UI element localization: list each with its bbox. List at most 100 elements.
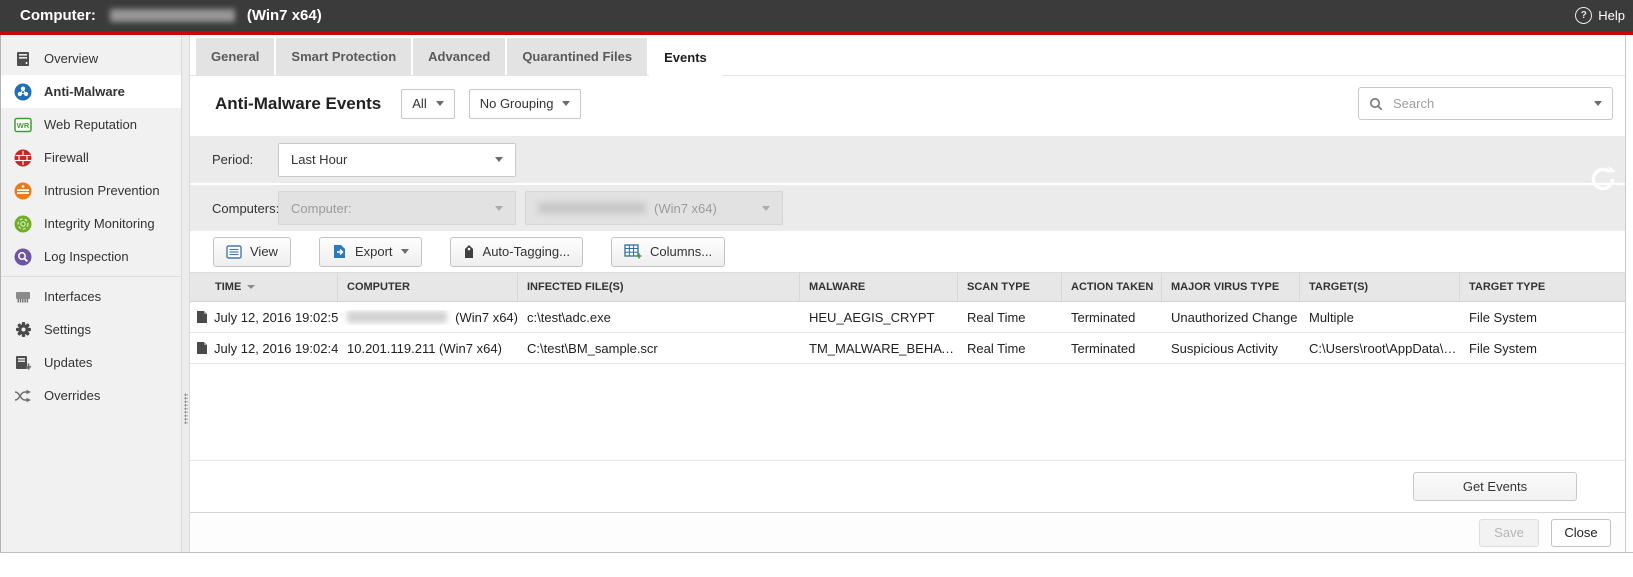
sidebar-item-web-reputation[interactable]: WR Web Reputation [1, 108, 181, 141]
sidebar-item-log-inspection[interactable]: Log Inspection [1, 240, 181, 273]
main-panel: General Smart Protection Advanced Quaran… [190, 35, 1626, 552]
search-input[interactable] [1391, 95, 1586, 112]
sidebar-item-firewall[interactable]: Firewall [1, 141, 181, 174]
event-computer: 10.201.119.211 (Win7 x64) [338, 341, 518, 356]
period-label: Period: [212, 152, 278, 167]
columns-label: Columns... [650, 244, 712, 259]
computers-label: Computers: [212, 201, 278, 216]
view-label: View [250, 244, 278, 259]
event-time: July 12, 2016 19:02:51 [214, 310, 338, 325]
page-title: Anti-Malware Events [215, 94, 381, 114]
search-options-chevron-icon[interactable] [1594, 101, 1602, 106]
dialog-footer: Save Close [190, 512, 1625, 552]
export-button[interactable]: Export [319, 237, 422, 267]
event-time: July 12, 2016 19:02:41 [214, 341, 338, 356]
column-header-targets[interactable]: TARGET(S) [1300, 273, 1460, 301]
events-toolbar: View Export Auto-Tagging... [190, 231, 1625, 272]
table-row[interactable]: July 12, 2016 19:02:51 (Win7 x64) c:\tes… [190, 302, 1625, 333]
sidebar-item-overrides[interactable]: Overrides [1, 379, 181, 412]
event-infected-file: C:\test\BM_sample.scr [518, 341, 800, 356]
tab-general[interactable]: General [196, 38, 274, 75]
computer-filter-value: Computer: [291, 201, 352, 216]
sidebar-item-label: Updates [44, 355, 92, 370]
computer-value-dropdown: (Win7 x64) [525, 191, 783, 225]
tab-advanced[interactable]: Advanced [413, 38, 505, 75]
shuffle-icon [14, 387, 32, 405]
sidebar-item-updates[interactable]: Updates [1, 346, 181, 379]
column-header-action-taken[interactable]: ACTION TAKEN [1062, 273, 1162, 301]
intrusion-icon [14, 182, 32, 200]
column-header-computer[interactable]: COMPUTER [338, 273, 518, 301]
tab-events[interactable]: Events [649, 38, 722, 76]
period-filter-band: Period: Last Hour [190, 136, 1625, 183]
auto-tagging-button[interactable]: Auto-Tagging... [450, 237, 583, 267]
window-title-label: Computer: [20, 7, 96, 24]
column-header-scan-type[interactable]: SCAN TYPE [958, 273, 1062, 301]
sidebar-item-interfaces[interactable]: Interfaces [1, 280, 181, 313]
titlebar: Computer: (Win7 x64) ? Help [0, 0, 1633, 31]
wr-icon: WR [14, 116, 32, 134]
chevron-down-icon [762, 206, 770, 211]
sidebar-item-overview[interactable]: Overview [1, 42, 181, 75]
chevron-down-icon [495, 206, 503, 211]
svg-text:WR: WR [17, 121, 30, 130]
severity-filter-dropdown[interactable]: All [401, 89, 454, 119]
event-scan-type: Real Time [958, 341, 1062, 356]
sidebar-item-intrusion-prevention[interactable]: Intrusion Prevention [1, 174, 181, 207]
chevron-down-icon [562, 101, 570, 106]
sidebar-item-anti-malware[interactable]: Anti-Malware [1, 75, 181, 108]
column-header-time[interactable]: TIME [190, 273, 338, 301]
gear-icon [14, 321, 32, 339]
view-button[interactable]: View [213, 237, 291, 267]
sidebar: Overview Anti-Malware WR Web Reputation … [1, 35, 181, 552]
export-label: Export [355, 244, 393, 259]
export-icon [332, 244, 347, 259]
get-events-button[interactable]: Get Events [1413, 472, 1577, 501]
help-label: Help [1598, 8, 1625, 23]
chevron-down-icon [401, 249, 409, 254]
refresh-icon[interactable] [1587, 163, 1619, 195]
computer-value-suffix: (Win7 x64) [654, 201, 717, 216]
tab-smart-protection[interactable]: Smart Protection [276, 38, 411, 75]
computer-filter-dropdown: Computer: [278, 191, 516, 225]
chevron-down-icon [436, 101, 444, 106]
period-value: Last Hour [291, 152, 347, 167]
tab-strip: General Smart Protection Advanced Quaran… [190, 35, 1625, 76]
table-empty-area [190, 364, 1625, 461]
event-action-taken: Terminated [1062, 310, 1162, 325]
network-port-icon [14, 288, 32, 306]
column-header-target-type[interactable]: TARGET TYPE [1460, 273, 1625, 301]
event-targets: Multiple [1300, 310, 1460, 325]
event-major-virus-type: Unauthorized Change [1162, 310, 1300, 325]
event-target-type: File System [1460, 310, 1625, 325]
biohazard-icon [14, 83, 32, 101]
severity-filter-value: All [412, 96, 426, 111]
sidebar-item-label: Settings [44, 322, 91, 337]
sidebar-item-label: Log Inspection [44, 249, 129, 264]
close-button[interactable]: Close [1551, 519, 1611, 547]
redacted-hostname [110, 9, 235, 22]
period-dropdown[interactable]: Last Hour [278, 143, 516, 177]
event-action-taken: Terminated [1062, 341, 1162, 356]
columns-grid-icon [624, 244, 642, 259]
column-header-infected-files[interactable]: INFECTED FILE(S) [518, 273, 800, 301]
sidebar-item-settings[interactable]: Settings [1, 313, 181, 346]
sidebar-item-label: Integrity Monitoring [44, 216, 155, 231]
table-row[interactable]: July 12, 2016 19:02:41 10.201.119.211 (W… [190, 333, 1625, 364]
columns-button[interactable]: Columns... [611, 237, 725, 267]
sidebar-item-integrity-monitoring[interactable]: Integrity Monitoring [1, 207, 181, 240]
sidebar-item-label: Overrides [44, 388, 100, 403]
chevron-down-icon [495, 157, 503, 162]
sidebar-item-label: Interfaces [44, 289, 101, 304]
sidebar-item-label: Intrusion Prevention [44, 183, 160, 198]
grouping-dropdown[interactable]: No Grouping [469, 89, 582, 119]
column-header-major-virus-type[interactable]: MAJOR VIRUS TYPE [1162, 273, 1300, 301]
save-button: Save [1479, 519, 1539, 547]
splitter-grip-handle[interactable] [184, 393, 188, 425]
tab-quarantined-files[interactable]: Quarantined Files [507, 38, 647, 75]
get-events-row: Get Events [190, 461, 1625, 512]
help-button[interactable]: ? Help [1575, 7, 1625, 24]
column-header-malware[interactable]: MALWARE [800, 273, 958, 301]
sidebar-item-label: Overview [44, 51, 98, 66]
search-icon [1369, 97, 1383, 111]
